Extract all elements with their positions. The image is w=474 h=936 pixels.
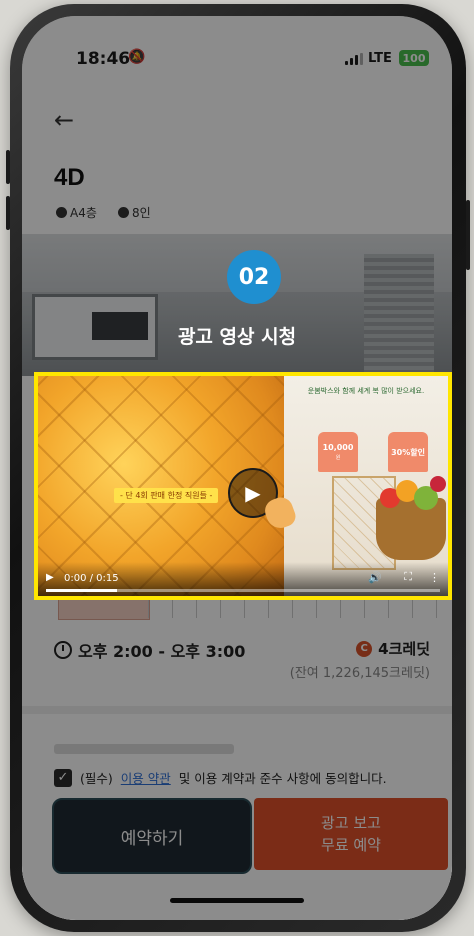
price-tag-1-unit: 원 — [335, 455, 341, 461]
volume-down-button — [6, 196, 10, 230]
control-play-icon[interactable]: ▶ — [46, 572, 54, 583]
video-progress-fill — [46, 589, 117, 592]
phone-screen: 18:46 🔕 LTE 100 ← 4D A4층 8인 오후 2:00 - 오후… — [22, 16, 452, 920]
video-time: 0:00 / 0:15 — [64, 573, 119, 584]
video-controls: ▶ 0:00 / 0:15 🔊 ⛶ ⋮ — [38, 562, 448, 596]
price-tag-1-value: 10,000 — [322, 443, 354, 452]
price-tag-2-value: 30%할인 — [391, 447, 425, 457]
volume-icon[interactable]: 🔊 — [368, 571, 382, 584]
step-label: 광고 영상 시청 — [177, 326, 297, 348]
ad-video-player[interactable]: - 단 4회 판매 한정 직원들 - 운봄박스와 함께 세계 복 많이 받으세요… — [34, 372, 452, 600]
step-number-badge: 02 — [227, 250, 281, 304]
fullscreen-icon[interactable]: ⛶ — [404, 570, 412, 584]
more-options-icon[interactable]: ⋮ — [429, 571, 440, 584]
price-tag-2: 30%할인 — [388, 432, 428, 472]
power-button — [466, 200, 470, 270]
ad-right-title: 운봄박스와 함께 세계 복 많이 받으세요. — [307, 387, 425, 395]
price-tag-1: 10,000 원 — [318, 432, 358, 472]
volume-up-button — [6, 150, 10, 184]
ad-left-caption: - 단 4회 판매 한정 직원들 - — [114, 488, 219, 503]
video-progress-track[interactable] — [46, 589, 440, 592]
